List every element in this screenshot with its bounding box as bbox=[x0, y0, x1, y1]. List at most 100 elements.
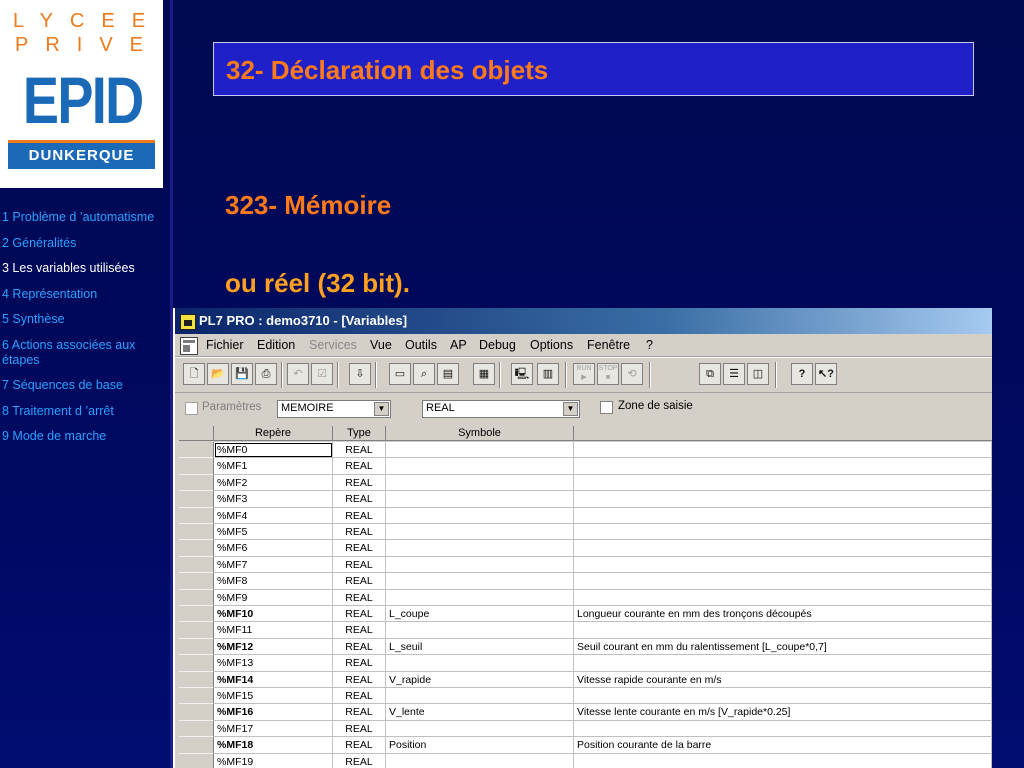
nav-item[interactable]: 3 Les variables utilisées bbox=[0, 261, 162, 276]
table-row[interactable]: %MF10 REAL L_coupe Longueur courante en mm … bbox=[179, 606, 992, 623]
cell-symbole[interactable] bbox=[386, 753, 574, 768]
cell-repere[interactable]: %MF2 bbox=[214, 474, 333, 492]
cell-comment[interactable]: Vitesse lente courante en m/s [V_rapide*… bbox=[574, 704, 992, 721]
table-row[interactable]: %MF1 REAL bbox=[179, 458, 992, 475]
window-titlebar[interactable]: PL7 PRO : demo3710 - [Variables] bbox=[175, 308, 992, 334]
menu-item-debug[interactable]: Debug bbox=[479, 334, 516, 356]
row-selector[interactable] bbox=[179, 556, 214, 574]
cell-comment[interactable]: Seuil courant en mm du ralentissement [L… bbox=[574, 638, 992, 656]
cell-type[interactable]: REAL bbox=[333, 524, 386, 541]
nav-item[interactable]: 5 Synthèse bbox=[0, 312, 170, 327]
row-selector[interactable] bbox=[179, 638, 214, 656]
cell-repere[interactable]: %MF15 bbox=[214, 688, 333, 705]
row-selector[interactable] bbox=[179, 671, 214, 688]
tile-horizontal-icon[interactable]: ☰ bbox=[723, 363, 745, 385]
cell-repere[interactable]: %MF9 bbox=[214, 589, 333, 606]
cell-repere[interactable]: %MF12 bbox=[214, 638, 333, 656]
cell-repere[interactable]: %MF10 bbox=[214, 606, 333, 623]
table-row[interactable]: %MF7 REAL bbox=[179, 556, 992, 574]
memory-combo[interactable]: MEMOIRE ▼ bbox=[277, 400, 391, 418]
cell-symbole[interactable] bbox=[386, 622, 574, 639]
row-selector[interactable] bbox=[179, 458, 214, 475]
cell-repere[interactable]: %MF7 bbox=[214, 556, 333, 574]
cell-type[interactable]: REAL bbox=[333, 606, 386, 623]
cell-comment[interactable]: Longueur courante en mm des tronçons déc… bbox=[574, 606, 992, 623]
column-header-type[interactable]: Type bbox=[333, 426, 386, 441]
cell-symbole[interactable] bbox=[386, 688, 574, 705]
cell-type[interactable]: REAL bbox=[333, 655, 386, 672]
cell-comment[interactable] bbox=[574, 507, 992, 524]
params-checkbox[interactable] bbox=[185, 402, 198, 415]
cell-type[interactable]: REAL bbox=[333, 458, 386, 475]
cell-symbole[interactable] bbox=[386, 556, 574, 574]
cell-comment[interactable] bbox=[574, 688, 992, 705]
nav-item[interactable]: 8 Traitement d ’arrêt bbox=[0, 404, 170, 419]
cell-comment[interactable]: Position courante de la barre bbox=[574, 737, 992, 754]
cell-comment[interactable] bbox=[574, 442, 992, 459]
cell-repere[interactable]: %MF0 bbox=[214, 442, 333, 459]
undo-icon[interactable]: ↶ bbox=[287, 363, 309, 385]
table-row[interactable]: %MF14 REAL V_rapide Vitesse rapide courante… bbox=[179, 671, 992, 688]
cell-type[interactable]: REAL bbox=[333, 507, 386, 524]
table-row[interactable]: %MF5 REAL bbox=[179, 524, 992, 541]
cell-repere[interactable]: %MF18 bbox=[214, 737, 333, 754]
table-row[interactable]: %MF12 REAL L_seuil Seuil courant en mm du r… bbox=[179, 638, 992, 656]
cell-type[interactable]: REAL bbox=[333, 442, 386, 459]
nav-item[interactable]: 1 Problème d ’automatisme bbox=[0, 210, 162, 225]
cell-symbole[interactable] bbox=[386, 589, 574, 606]
row-selector[interactable] bbox=[179, 507, 214, 524]
cell-type[interactable]: REAL bbox=[333, 474, 386, 492]
table-row[interactable]: %MF18 REAL Position Position courante de la… bbox=[179, 737, 992, 754]
cell-type[interactable]: REAL bbox=[333, 556, 386, 574]
row-selector[interactable] bbox=[179, 688, 214, 705]
zone-saisie-checkbox[interactable] bbox=[600, 401, 613, 414]
menu-item-ap[interactable]: AP bbox=[450, 334, 467, 356]
config-icon[interactable]: ▦ bbox=[473, 363, 495, 385]
save-icon[interactable]: 💾 bbox=[231, 363, 253, 385]
animation-icon[interactable]: ▥ bbox=[537, 363, 559, 385]
stop-icon[interactable]: STOP ■ bbox=[597, 363, 619, 385]
cell-symbole[interactable] bbox=[386, 655, 574, 672]
open-folder-icon[interactable]: 📂 bbox=[207, 363, 229, 385]
cell-type[interactable]: REAL bbox=[333, 704, 386, 721]
menu-item-outils[interactable]: Outils bbox=[405, 334, 437, 356]
row-selector[interactable] bbox=[179, 622, 214, 639]
cell-comment[interactable] bbox=[574, 556, 992, 574]
table-row[interactable]: %MF3 REAL bbox=[179, 491, 992, 508]
table-row[interactable]: %MF16 REAL V_lente Vitesse lente courante e… bbox=[179, 704, 992, 721]
cell-comment[interactable] bbox=[574, 589, 992, 606]
menu-item-vue[interactable]: Vue bbox=[370, 334, 392, 356]
cascade-icon[interactable]: ⧉ bbox=[699, 363, 721, 385]
cell-type[interactable]: REAL bbox=[333, 753, 386, 768]
table-row[interactable]: %MF8 REAL bbox=[179, 573, 992, 590]
init-icon[interactable]: ⟲ bbox=[621, 363, 643, 385]
row-selector[interactable] bbox=[179, 655, 214, 672]
import-icon[interactable]: ⇩ bbox=[349, 363, 371, 385]
row-selector[interactable] bbox=[179, 720, 214, 738]
cell-repere[interactable]: %MF14 bbox=[214, 671, 333, 688]
row-selector[interactable] bbox=[179, 606, 214, 623]
cell-comment[interactable] bbox=[574, 655, 992, 672]
column-header-symbole[interactable]: Symbole bbox=[386, 426, 574, 441]
plc-connect-icon[interactable]: 🖳 bbox=[511, 363, 533, 385]
row-selector[interactable] bbox=[179, 573, 214, 590]
cell-type[interactable]: REAL bbox=[333, 737, 386, 754]
print-icon[interactable]: ⎙ bbox=[255, 363, 277, 385]
row-selector[interactable] bbox=[179, 540, 214, 557]
cell-symbole[interactable] bbox=[386, 720, 574, 738]
chevron-down-icon[interactable]: ▼ bbox=[563, 402, 578, 416]
cell-comment[interactable] bbox=[574, 524, 992, 541]
menu-item-fentre[interactable]: Fenêtre bbox=[587, 334, 630, 356]
help-icon[interactable]: ? bbox=[791, 363, 813, 385]
table-row[interactable]: %MF2 REAL bbox=[179, 474, 992, 492]
cell-comment[interactable] bbox=[574, 753, 992, 768]
tile-vertical-icon[interactable]: ◫ bbox=[747, 363, 769, 385]
row-selector[interactable] bbox=[179, 524, 214, 541]
cell-type[interactable]: REAL bbox=[333, 491, 386, 508]
cell-symbole[interactable] bbox=[386, 524, 574, 541]
nav-item[interactable]: 6 Actions associées aux étapes bbox=[0, 338, 162, 368]
cell-type[interactable]: REAL bbox=[333, 688, 386, 705]
menu-item-?[interactable]: ? bbox=[646, 334, 653, 356]
cell-type[interactable]: REAL bbox=[333, 671, 386, 688]
cell-repere[interactable]: %MF16 bbox=[214, 704, 333, 721]
